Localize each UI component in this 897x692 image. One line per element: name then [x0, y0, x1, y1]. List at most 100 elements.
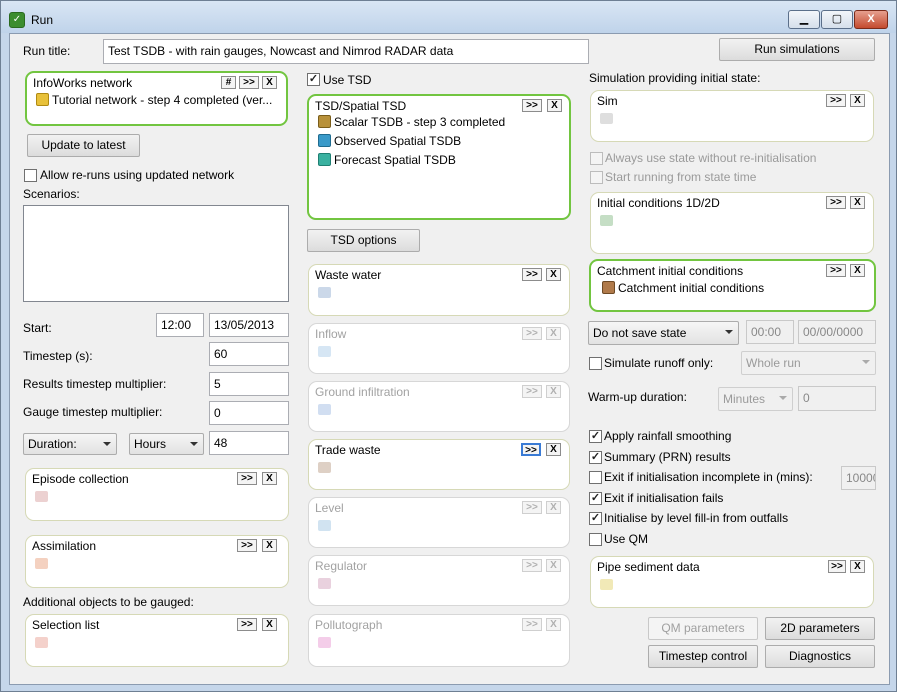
save-state-select[interactable]: Do not save state — [588, 321, 739, 345]
2d-parameters-button[interactable]: 2D parameters — [765, 617, 875, 640]
exit-incomplete-checkbox[interactable] — [589, 471, 602, 484]
allow-reruns-checkbox[interactable] — [24, 169, 37, 182]
scenarios-list[interactable] — [23, 205, 289, 302]
ground-infiltration-box[interactable]: Ground infiltration >> X — [308, 381, 570, 432]
selection-clear-button[interactable]: X — [262, 618, 277, 631]
simulate-runoff-value: Whole run — [746, 356, 801, 370]
episode-more-button[interactable]: >> — [237, 472, 257, 485]
gauge-multiplier-input[interactable]: 0 — [209, 401, 289, 425]
initial-conditions-more-button[interactable]: >> — [826, 196, 846, 209]
episode-collection-box[interactable]: Episode collection >> X — [25, 468, 289, 521]
ground-infiltration-more-button[interactable]: >> — [522, 385, 542, 398]
tsd-clear-button[interactable]: X — [547, 99, 562, 112]
diagnostics-button[interactable]: Diagnostics — [765, 645, 875, 668]
pipe-sediment-title: Pipe sediment data — [597, 560, 700, 574]
pollutograph-box[interactable]: Pollutograph >> X — [308, 614, 570, 667]
waste-water-box[interactable]: Waste water >> X — [308, 264, 570, 316]
inflow-clear-button[interactable]: X — [546, 327, 561, 340]
sim-more-button[interactable]: >> — [826, 94, 846, 107]
save-state-time-input[interactable]: 00:00 — [746, 320, 794, 344]
episode-clear-button[interactable]: X — [262, 472, 277, 485]
duration-input[interactable]: 48 — [209, 431, 289, 455]
catchment-box[interactable]: Catchment initial conditions >> X Catchm… — [589, 259, 876, 312]
start-label: Start: — [23, 321, 52, 335]
level-more-button[interactable]: >> — [522, 501, 542, 514]
level-box[interactable]: Level >> X — [308, 497, 570, 548]
use-qm-checkbox[interactable] — [589, 533, 602, 546]
pipe-sediment-box[interactable]: Pipe sediment data >> X — [590, 556, 874, 608]
selection-list-box[interactable]: Selection list >> X — [25, 614, 289, 667]
trade-waste-box[interactable]: Trade waste >> X — [308, 439, 570, 490]
minimize-button[interactable]: ▁ — [788, 10, 820, 29]
simulate-runoff-checkbox[interactable] — [589, 357, 602, 370]
tsd-options-button[interactable]: TSD options — [307, 229, 420, 252]
trade-waste-clear-button[interactable]: X — [546, 443, 561, 456]
chevron-down-icon — [190, 442, 198, 446]
qm-parameters-button[interactable]: QM parameters — [648, 617, 758, 640]
app-icon: ✓ — [9, 12, 25, 28]
rainfall-smoothing-checkbox[interactable]: ✓ — [589, 430, 602, 443]
always-use-state-checkbox[interactable] — [590, 152, 603, 165]
inflow-box[interactable]: Inflow >> X — [308, 323, 570, 374]
close-button[interactable]: X — [854, 10, 888, 29]
warmup-input[interactable]: 0 — [798, 386, 876, 411]
network-more-button[interactable]: >> — [239, 76, 259, 89]
pollutograph-more-button[interactable]: >> — [522, 618, 542, 631]
timestep-input[interactable]: 60 — [209, 342, 289, 366]
update-to-latest-button[interactable]: Update to latest — [27, 134, 140, 157]
regulator-more-button[interactable]: >> — [522, 559, 542, 572]
waste-water-clear-button[interactable]: X — [546, 268, 561, 281]
level-fill-checkbox[interactable]: ✓ — [589, 512, 602, 525]
ground-infiltration-clear-button[interactable]: X — [546, 385, 561, 398]
sim-clear-button[interactable]: X — [850, 94, 865, 107]
initial-conditions-clear-button[interactable]: X — [850, 196, 865, 209]
trade-waste-more-button[interactable]: >> — [521, 443, 541, 456]
catchment-clear-button[interactable]: X — [850, 264, 865, 277]
network-hash-button[interactable]: # — [221, 76, 236, 89]
initial-conditions-box[interactable]: Initial conditions 1D/2D >> X — [590, 192, 874, 254]
regulator-box[interactable]: Regulator >> X — [308, 555, 570, 606]
tsd-item-observed[interactable]: Observed Spatial TSDB — [318, 134, 461, 148]
duration-type-select[interactable]: Duration: — [23, 433, 117, 455]
sim-box[interactable]: Sim >> X — [590, 90, 874, 142]
assimilation-box[interactable]: Assimilation >> X — [25, 535, 289, 588]
warmup-unit-select[interactable]: Minutes — [718, 387, 793, 411]
start-time-input[interactable]: 12:00 — [156, 313, 204, 337]
episode-placeholder-icon — [35, 491, 48, 502]
run-title-input[interactable]: Test TSDB - with rain gauges, Nowcast an… — [103, 39, 589, 64]
tsd-more-button[interactable]: >> — [522, 99, 542, 112]
timestep-control-button[interactable]: Timestep control — [648, 645, 758, 668]
network-clear-button[interactable]: X — [262, 76, 277, 89]
pipe-sediment-clear-button[interactable]: X — [850, 560, 865, 573]
level-clear-button[interactable]: X — [546, 501, 561, 514]
exit-fails-checkbox[interactable]: ✓ — [589, 492, 602, 505]
selection-more-button[interactable]: >> — [237, 618, 257, 631]
assimilation-clear-button[interactable]: X — [262, 539, 277, 552]
start-running-checkbox[interactable] — [590, 171, 603, 184]
pipe-sediment-more-button[interactable]: >> — [828, 560, 846, 573]
tsd-item-forecast[interactable]: Forecast Spatial TSDB — [318, 153, 456, 167]
assimilation-more-button[interactable]: >> — [237, 539, 257, 552]
use-tsd-checkbox[interactable]: ✓ — [307, 73, 320, 86]
run-simulations-button[interactable]: Run simulations — [719, 38, 875, 61]
start-running-label: Start running from state time — [605, 170, 757, 184]
duration-unit-select[interactable]: Hours — [129, 433, 204, 455]
catchment-more-button[interactable]: >> — [826, 264, 846, 277]
results-multiplier-input[interactable]: 5 — [209, 372, 289, 396]
tsd-box-title: TSD/Spatial TSD — [315, 99, 407, 113]
save-state-date-input[interactable]: 00/00/0000 — [798, 320, 876, 344]
regulator-clear-button[interactable]: X — [546, 559, 561, 572]
tsd-item-scalar[interactable]: Scalar TSDB - step 3 completed — [318, 115, 505, 129]
tsd-box[interactable]: TSD/Spatial TSD >> X Scalar TSDB - step … — [307, 94, 571, 220]
inflow-icon — [318, 346, 331, 357]
exit-incomplete-input[interactable]: 10000 — [841, 466, 876, 490]
maximize-button[interactable]: ▢ — [821, 10, 853, 29]
pollutograph-clear-button[interactable]: X — [546, 618, 561, 631]
network-item[interactable]: Tutorial network - step 4 completed (ver… — [36, 93, 272, 107]
catchment-item[interactable]: Catchment initial conditions — [602, 281, 764, 295]
simulate-runoff-select[interactable]: Whole run — [741, 351, 876, 375]
waste-water-more-button[interactable]: >> — [522, 268, 542, 281]
start-date-input[interactable]: 13/05/2013 — [209, 313, 289, 337]
inflow-more-button[interactable]: >> — [522, 327, 542, 340]
summary-results-checkbox[interactable]: ✓ — [589, 451, 602, 464]
